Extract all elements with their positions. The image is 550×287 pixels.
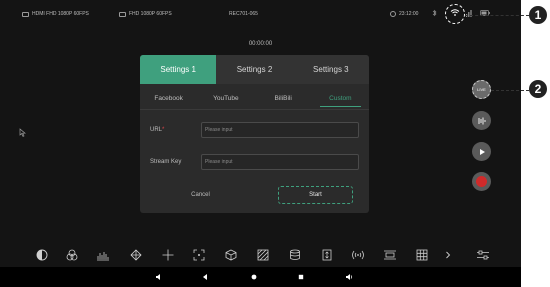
cube-icon[interactable] xyxy=(223,247,239,263)
recording-format-status: FHD 1080P 60FPS xyxy=(119,11,172,17)
aspect-marker-icon[interactable] xyxy=(319,247,335,263)
recording-format-icon xyxy=(119,11,126,17)
settings-tabs: Settings 1 Settings 2 Settings 3 xyxy=(140,55,369,84)
tab-facebook[interactable]: Facebook xyxy=(140,88,197,108)
volume-down-icon[interactable] xyxy=(153,271,165,283)
playback-button[interactable] xyxy=(472,142,491,161)
url-input[interactable]: Please input xyxy=(201,122,359,138)
live-label: LIVE xyxy=(477,87,486,92)
audio-monitor-icon[interactable] xyxy=(350,247,366,263)
tab-settings-1[interactable]: Settings 1 xyxy=(140,55,217,84)
start-button[interactable]: Start xyxy=(278,186,353,204)
audio-levels-button[interactable] xyxy=(472,111,491,130)
recent-apps-icon[interactable] xyxy=(295,271,307,283)
cursor-icon xyxy=(19,128,27,139)
audio-waveform-icon xyxy=(478,117,485,124)
tab-youtube[interactable]: YouTube xyxy=(197,88,254,108)
function-toolbar xyxy=(0,243,521,267)
stream-key-label: Stream Key xyxy=(150,159,182,165)
record-timer: 00:00:00 xyxy=(248,41,273,47)
cancel-button[interactable]: Cancel xyxy=(164,186,237,204)
live-button[interactable]: LIVE xyxy=(472,80,491,99)
back-icon[interactable] xyxy=(199,271,211,283)
tabs-divider xyxy=(140,109,369,110)
volume-up-icon[interactable] xyxy=(343,271,355,283)
callout-line-1 xyxy=(465,15,529,16)
hdmi-icon xyxy=(22,11,29,17)
wifi-highlight xyxy=(445,4,465,24)
rec-file-name: REC701-065 xyxy=(229,11,258,17)
cylinder-icon[interactable] xyxy=(287,247,303,263)
home-icon[interactable] xyxy=(248,271,260,283)
play-icon xyxy=(479,148,485,155)
settings-sliders-icon[interactable] xyxy=(475,247,491,263)
tab-bilibili[interactable]: BiliBili xyxy=(255,88,312,108)
tab-custom[interactable]: Custom xyxy=(312,88,369,108)
stream-key-input[interactable]: Please input xyxy=(201,154,359,170)
status-bar: HDMI FHD 1080P 60FPS FHD 1080P 60FPS REC… xyxy=(0,0,521,28)
histogram-icon[interactable] xyxy=(95,247,111,263)
record-button[interactable] xyxy=(472,172,491,191)
tab-settings-3[interactable]: Settings 3 xyxy=(293,55,369,84)
crosshair-icon[interactable] xyxy=(160,247,176,263)
focus-frame-icon[interactable] xyxy=(191,247,207,263)
url-label: URL* xyxy=(150,127,165,133)
video-output-status: HDMI FHD 1080P 60FPS xyxy=(22,11,89,17)
color-channels-icon[interactable] xyxy=(64,247,80,263)
clock-status: 23:12:00 xyxy=(390,11,418,17)
chevron-right-icon[interactable] xyxy=(440,247,456,263)
callout-number-1: 1 xyxy=(529,6,547,24)
platform-tabs: Facebook YouTube BiliBili Custom xyxy=(140,88,369,108)
contrast-icon[interactable] xyxy=(34,247,50,263)
live-settings-dialog: Settings 1 Settings 2 Settings 3 Faceboo… xyxy=(140,55,369,213)
required-mark: * xyxy=(162,127,165,133)
bluetooth-icon xyxy=(432,9,437,17)
anamorphic-icon[interactable] xyxy=(382,247,398,263)
grid-icon[interactable] xyxy=(414,247,430,263)
record-icon xyxy=(476,176,487,187)
callout-number-2: 2 xyxy=(529,80,547,98)
device-screen: HDMI FHD 1080P 60FPS FHD 1080P 60FPS REC… xyxy=(0,0,521,287)
zebra-icon[interactable] xyxy=(255,247,271,263)
tab-settings-2[interactable]: Settings 2 xyxy=(216,55,292,84)
system-navigation-bar xyxy=(0,267,521,287)
clock-icon xyxy=(390,11,396,17)
vectorscope-icon[interactable] xyxy=(128,247,144,263)
callout-line-2 xyxy=(491,90,529,91)
